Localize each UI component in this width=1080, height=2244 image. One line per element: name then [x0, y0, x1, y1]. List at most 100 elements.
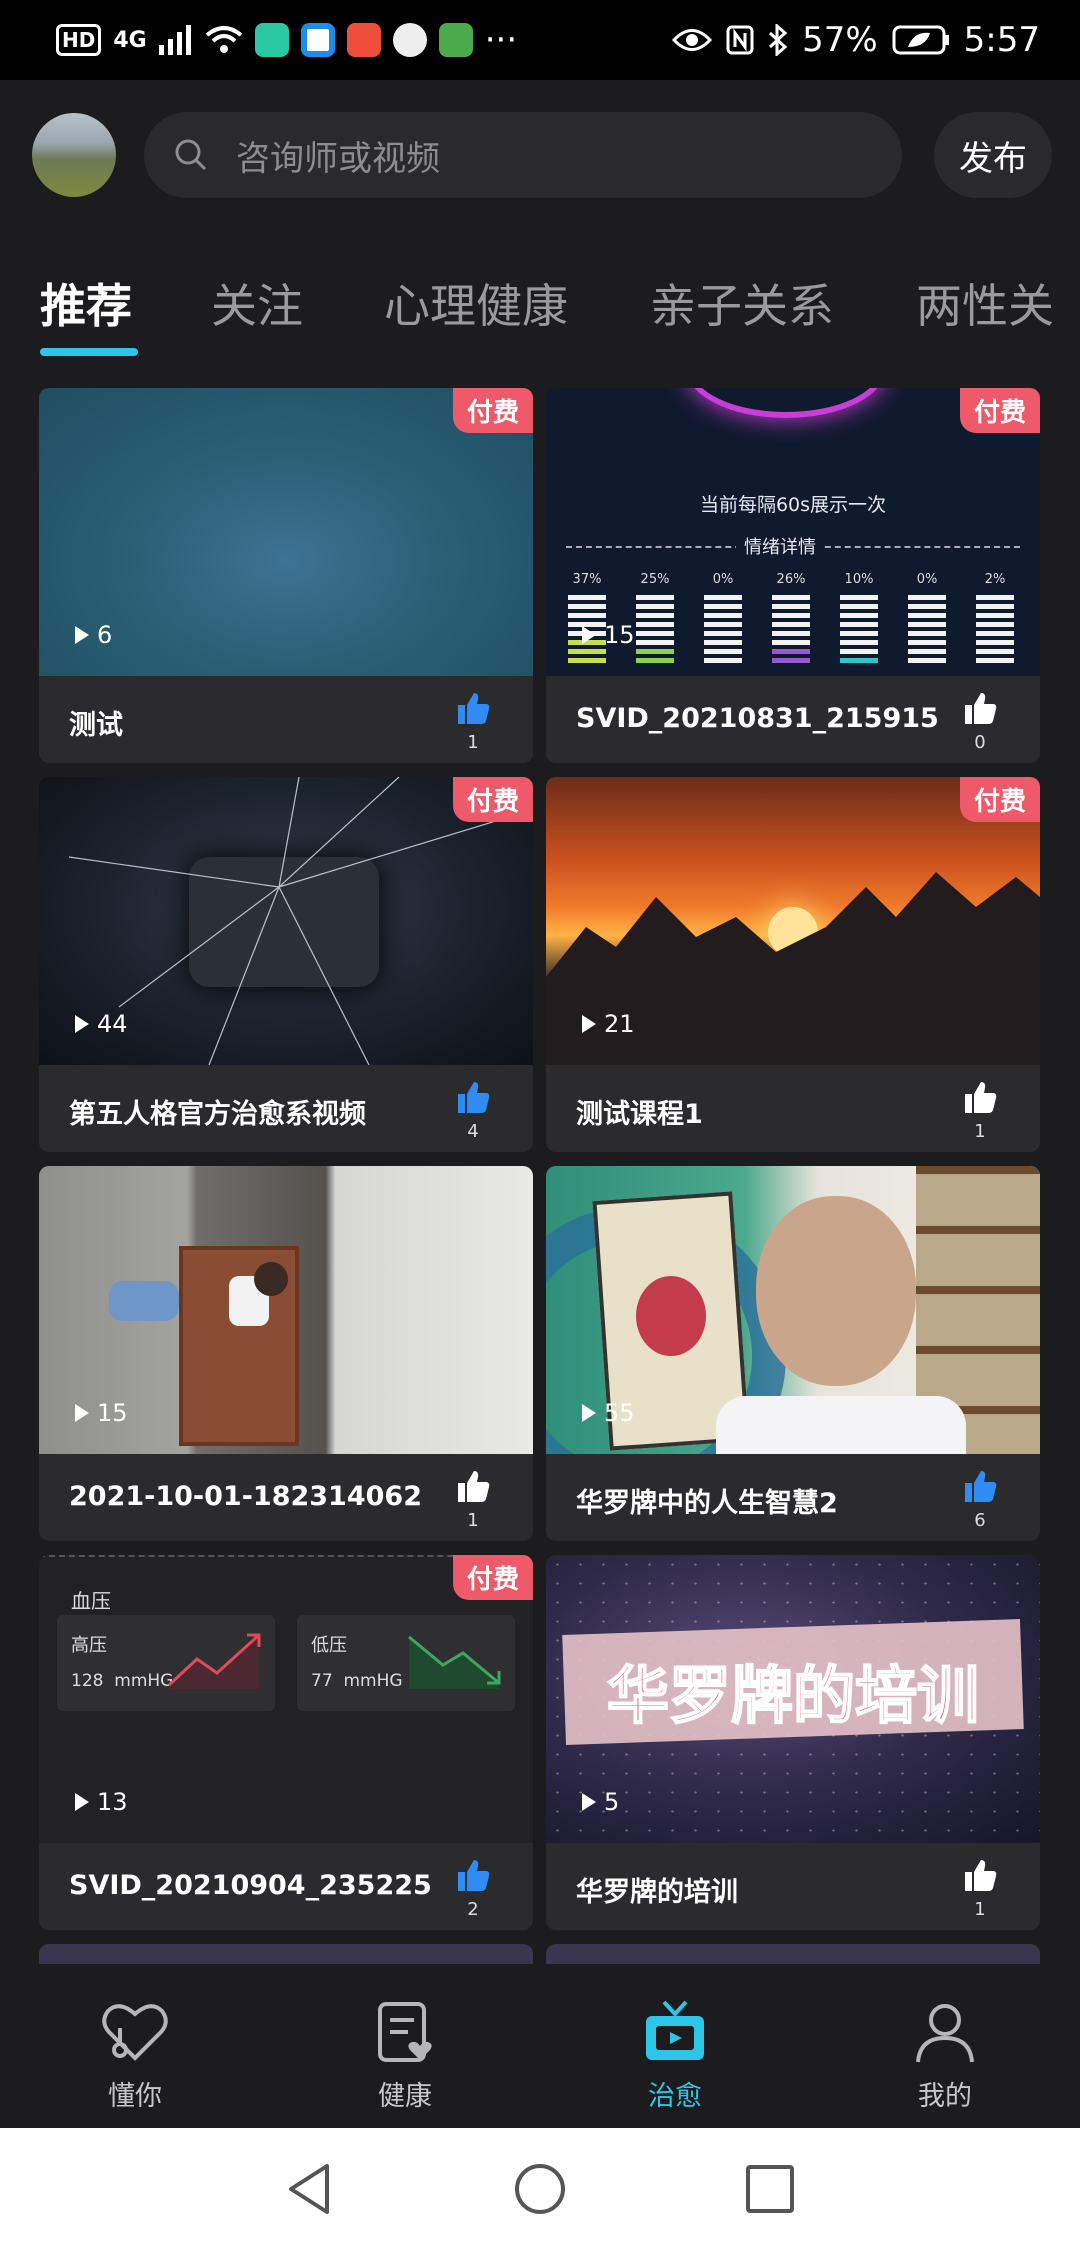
video-title: SVID_20210904_235225 — [69, 1870, 432, 1901]
emotion-bar: 0% — [704, 572, 742, 667]
play-count: 44 — [75, 1010, 128, 1038]
emotion-bar: 25% — [636, 572, 674, 667]
thumbs-up-icon — [458, 693, 490, 724]
thumbs-up-icon — [458, 1860, 490, 1891]
emotion-bar: 0% — [908, 572, 946, 667]
wifi-icon — [205, 26, 242, 53]
play-count: 15 — [75, 1399, 128, 1427]
thumbs-up-icon — [965, 1471, 997, 1502]
video-card[interactable]: 当前每隔60s展示一次 情绪详情 37% 25% 0% 26% 10% 0% 2% 付费 1… — [546, 388, 1040, 763]
play-icon — [75, 1015, 89, 1033]
like-button[interactable]: 4 — [453, 1079, 493, 1142]
emotion-percent-label: 10% — [844, 572, 874, 587]
nav-mine[interactable]: 我的 — [865, 1998, 1025, 2113]
play-count: 5 — [582, 1788, 619, 1816]
network-type: 4G — [113, 27, 147, 53]
paid-badge: 付费 — [959, 388, 1040, 433]
recents-icon[interactable] — [743, 2162, 797, 2216]
tab-follow[interactable]: 关注 — [211, 270, 303, 336]
emotion-bar: 26% — [772, 572, 810, 667]
play-count: 55 — [582, 1399, 635, 1427]
category-tabs: 推荐 关注 心理健康 亲子关系 两性关 — [0, 250, 1080, 360]
play-icon — [582, 1793, 596, 1811]
battery-percent: 57% — [802, 20, 878, 60]
emotion-bar: 10% — [840, 572, 878, 667]
thumbs-up-icon — [458, 1082, 490, 1113]
play-icon — [75, 1404, 89, 1422]
like-button[interactable]: 6 — [960, 1468, 1000, 1531]
like-button[interactable]: 0 — [960, 690, 1000, 753]
video-title: 华罗牌的培训 — [576, 1877, 738, 1908]
like-button[interactable]: 1 — [960, 1079, 1000, 1142]
video-card[interactable]: 付费 21 测试课程1 1 — [546, 777, 1040, 1152]
tab-parent-child[interactable]: 亲子关系 — [650, 270, 834, 336]
back-icon[interactable] — [283, 2162, 337, 2216]
emotion-percent-label: 0% — [712, 572, 734, 587]
high-pressure-panel: 高压 128 mmHG — [57, 1615, 275, 1711]
system-navigation-bar — [0, 2128, 1080, 2244]
status-bar: HD 4G ··· 57% 5:57 — [0, 0, 1080, 80]
search-input[interactable]: 咨询师或视频 — [236, 131, 440, 180]
video-card[interactable]: 血压 高压 128 mmHG 低压 77 mmHG 付费 13 SVID_202… — [39, 1555, 533, 1930]
video-card[interactable]: 华罗牌的培训 5 华罗牌的培训 1 — [546, 1555, 1040, 1930]
video-title: 2021-10-01-182314062 — [69, 1481, 422, 1512]
home-icon[interactable] — [513, 2162, 567, 2216]
search-icon — [175, 139, 207, 171]
nav-understand-you[interactable]: 懂你 — [55, 1998, 215, 2113]
tv-icon — [646, 2000, 704, 2060]
like-count: 2 — [467, 1899, 479, 1920]
like-button[interactable]: 1 — [453, 1468, 493, 1531]
like-count: 6 — [974, 1510, 986, 1531]
video-card[interactable]: 付费 44 第五人格官方治愈系视频 4 — [39, 777, 533, 1152]
tab-mental-health[interactable]: 心理健康 — [384, 270, 568, 336]
like-button[interactable]: 1 — [453, 690, 493, 753]
thumbs-up-icon — [965, 1860, 997, 1891]
paid-badge: 付费 — [452, 1555, 533, 1600]
video-title: 华罗牌中的人生智慧2 — [576, 1488, 838, 1519]
app-notification-icon — [254, 23, 289, 57]
battery-icon — [892, 25, 949, 55]
play-icon — [582, 626, 596, 644]
bp-heading: 血压 — [71, 1589, 111, 1613]
thumbs-up-icon — [965, 1082, 997, 1113]
video-thumbnail: 华罗牌的培训 — [546, 1555, 1040, 1843]
thumbs-up-icon — [458, 1471, 490, 1502]
emotion-percent-label: 0% — [916, 572, 938, 587]
video-card[interactable]: 55 华罗牌中的人生智慧2 6 — [546, 1166, 1040, 1541]
nav-health[interactable]: 健康 — [325, 1998, 485, 2113]
play-count: 15 — [582, 621, 635, 649]
like-count: 1 — [974, 1899, 986, 1920]
like-count: 4 — [467, 1121, 479, 1142]
search-box[interactable]: 咨询师或视频 — [144, 112, 902, 198]
video-title: SVID_20210831_215915 — [576, 703, 939, 734]
play-icon — [582, 1015, 596, 1033]
video-card[interactable]: 15 2021-10-01-182314062 1 — [39, 1166, 533, 1541]
play-icon — [75, 1793, 89, 1811]
overlay-section: 情绪详情 — [736, 533, 824, 559]
paid-badge: 付费 — [452, 777, 533, 822]
like-button[interactable]: 2 — [453, 1857, 493, 1920]
thumbnail-banner-text: 华罗牌的培训 — [606, 1658, 980, 1733]
tab-recommend[interactable]: 推荐 — [40, 270, 132, 336]
avatar[interactable] — [32, 113, 116, 197]
like-count: 1 — [467, 1510, 479, 1531]
video-card[interactable]: 付费 6 测试 1 — [39, 388, 533, 763]
heart-icon — [102, 2004, 168, 2061]
emotion-percent-label: 2% — [984, 572, 1006, 587]
nav-healing[interactable]: 治愈 — [595, 1998, 755, 2113]
bluetooth-icon — [769, 24, 788, 56]
emotion-percent-label: 25% — [640, 572, 670, 587]
tab-gender-relations[interactable]: 两性关 — [916, 270, 1054, 336]
publish-button[interactable]: 发布 — [934, 112, 1052, 198]
tab-indicator — [40, 348, 138, 356]
video-title: 第五人格官方治愈系视频 — [69, 1099, 366, 1130]
emotion-bar: 37% — [568, 572, 606, 667]
thumbs-up-icon — [965, 693, 997, 724]
play-icon — [582, 1404, 596, 1422]
ball-app-icon — [392, 23, 427, 57]
shield-app-icon — [300, 23, 335, 57]
signal-icon — [158, 25, 191, 55]
emotion-percent-label: 26% — [776, 572, 806, 587]
like-button[interactable]: 1 — [960, 1857, 1000, 1920]
like-count: 1 — [974, 1121, 986, 1142]
